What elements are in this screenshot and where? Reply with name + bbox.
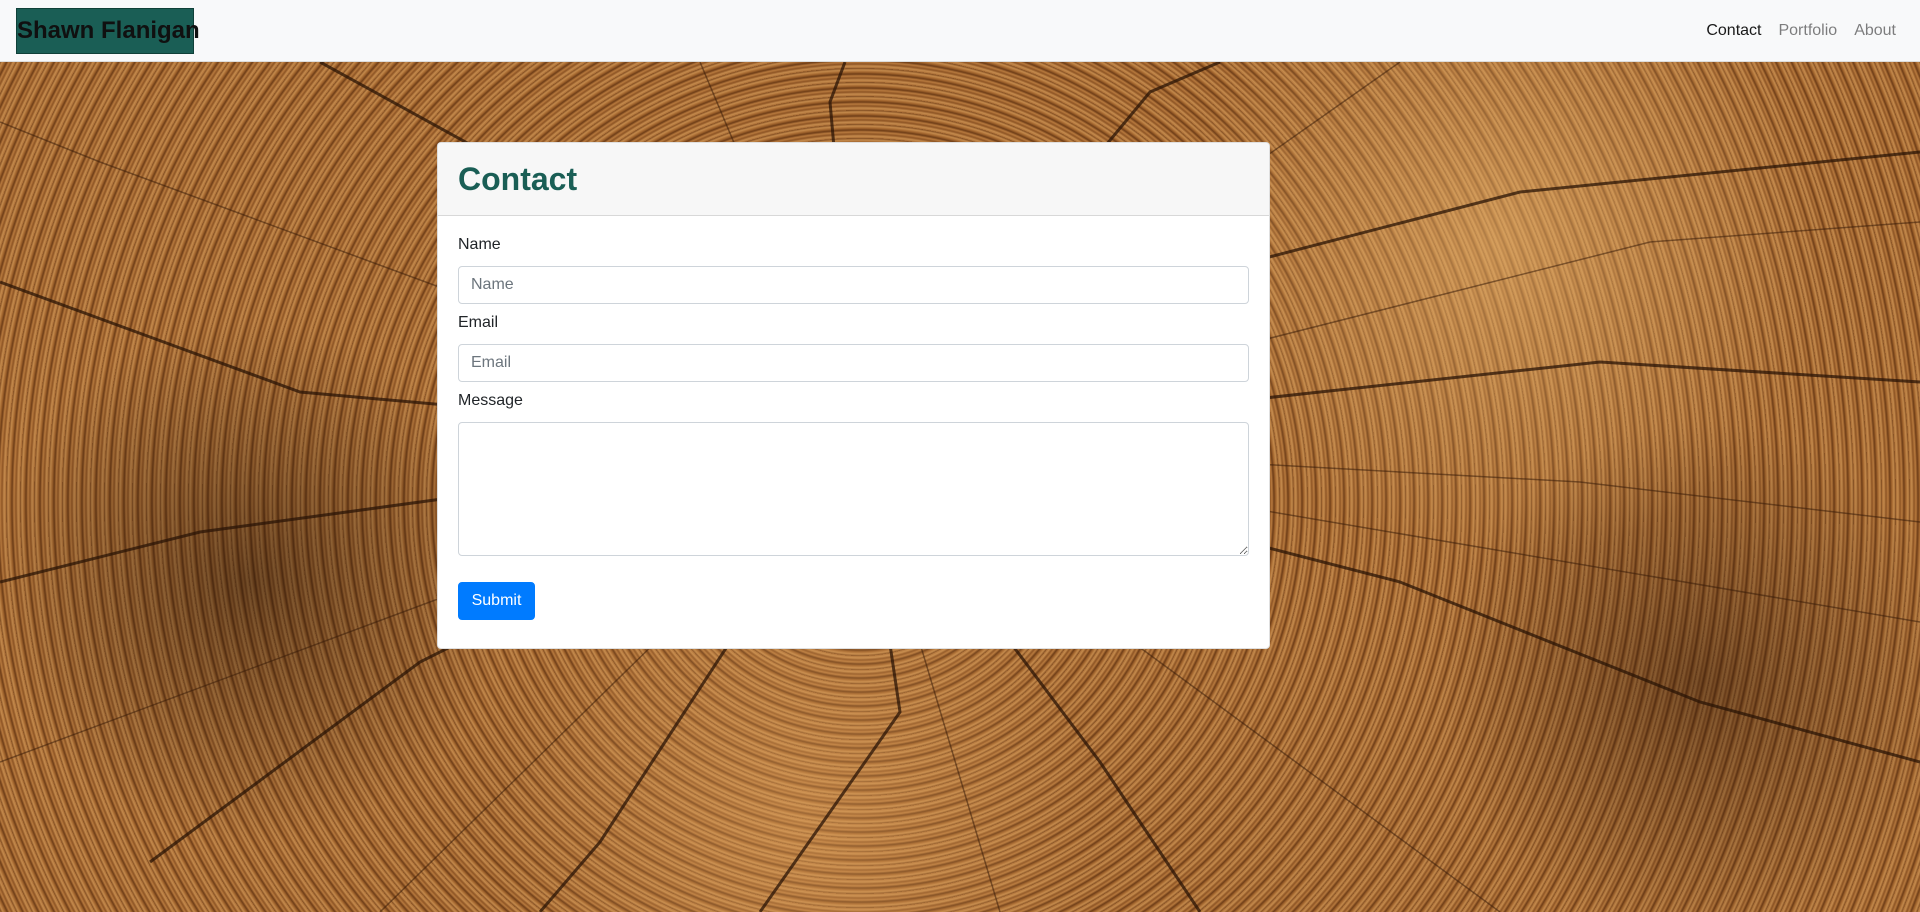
contact-card-header: Contact	[438, 143, 1269, 216]
top-navbar: Shawn Flanigan Contact Portfolio About	[0, 0, 1920, 62]
email-label: Email	[458, 314, 499, 331]
nav-links: Contact Portfolio About	[1689, 0, 1896, 61]
page-title: Contact	[458, 160, 578, 197]
name-field-group: Name	[458, 236, 1249, 304]
email-input[interactable]	[458, 344, 1249, 382]
message-field-group: Message	[458, 392, 1249, 556]
contact-form: Name Email Message Submit	[438, 216, 1269, 620]
name-input[interactable]	[458, 266, 1249, 304]
name-label: Name	[458, 236, 501, 253]
email-field-group: Email	[458, 314, 1249, 382]
brand-logo-link[interactable]: Shawn Flanigan	[16, 8, 200, 54]
nav-link-about[interactable]: About	[1854, 22, 1896, 40]
message-label: Message	[458, 392, 523, 409]
nav-link-contact[interactable]: Contact	[1706, 22, 1761, 40]
message-textarea[interactable]	[458, 422, 1249, 556]
submit-button[interactable]: Submit	[458, 582, 535, 620]
nav-link-portfolio[interactable]: Portfolio	[1778, 22, 1837, 40]
contact-card: Contact Name Email Message Submit	[437, 142, 1270, 649]
